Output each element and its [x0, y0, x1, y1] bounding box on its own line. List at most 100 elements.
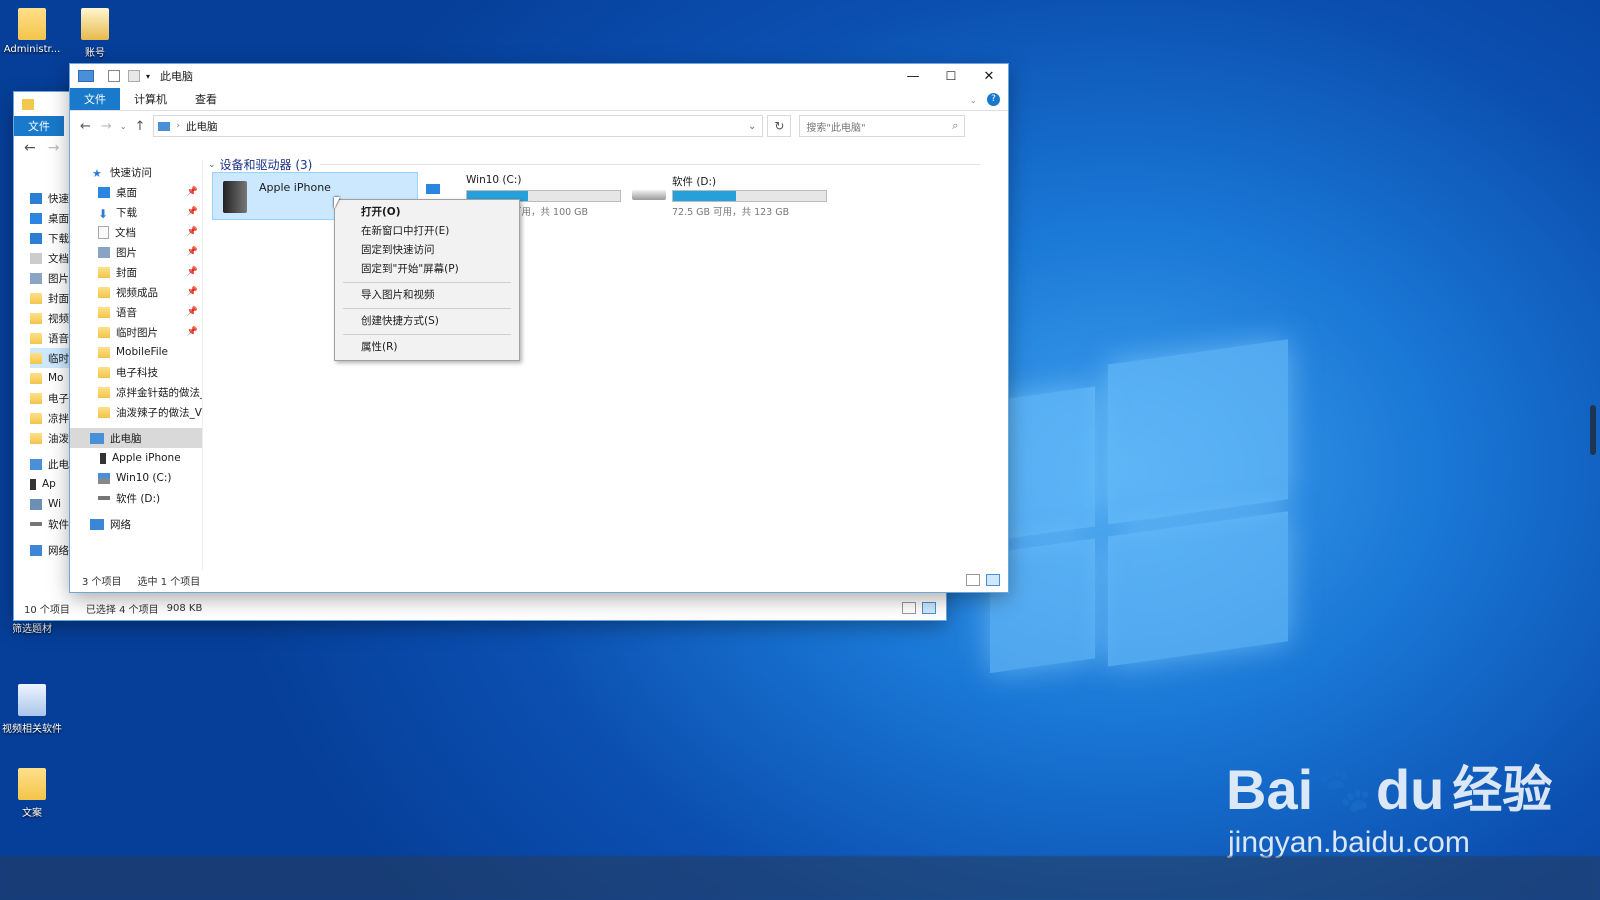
desktop-icon-account[interactable]: 账号 [60, 8, 130, 59]
pin-icon[interactable]: 📌 [187, 327, 202, 337]
properties-icon[interactable] [108, 70, 120, 82]
tree-item[interactable]: Wi [30, 494, 70, 514]
menu-item-pin-quick-access[interactable]: 固定到快速访问 [335, 241, 519, 260]
search-icon[interactable]: ⌕ [952, 119, 958, 133]
tree-item[interactable]: 下载 [30, 228, 70, 248]
sidebar-item-documents[interactable]: 文档 📌 [70, 222, 202, 242]
scrollbar[interactable] [1590, 405, 1596, 455]
pin-icon[interactable]: 📌 [187, 287, 202, 297]
document-icon [30, 252, 42, 264]
tree-item[interactable]: 图片 [30, 268, 70, 288]
pin-icon[interactable]: 📌 [187, 307, 202, 317]
details-view-icon[interactable] [902, 602, 916, 614]
tree-item[interactable]: 此电 [30, 454, 70, 474]
sidebar-item-voice[interactable]: 语音 📌 [70, 302, 202, 322]
new-folder-icon[interactable] [128, 70, 140, 82]
menu-item-create-shortcut[interactable]: 创建快捷方式(S) [335, 312, 519, 331]
sidebar-item-drive-d[interactable]: 软件 (D:) [70, 488, 202, 508]
chevron-down-icon[interactable]: ▾ [146, 72, 150, 81]
forward-icon[interactable]: → [48, 140, 60, 156]
tree-item[interactable]: Ap [30, 474, 70, 494]
tree-item[interactable]: 临时 [30, 348, 70, 368]
menu-item-import-media[interactable]: 导入图片和视频 [335, 286, 519, 305]
tab-file[interactable]: 文件 [70, 88, 120, 110]
tree-item[interactable]: 网络 [30, 540, 70, 560]
tab-computer[interactable]: 计算机 [120, 88, 181, 110]
sidebar-item-desktop[interactable]: 桌面 📌 [70, 182, 202, 202]
watermark-url: jingyan.baidu.com [1228, 826, 1470, 859]
close-button[interactable]: ✕ [970, 69, 1008, 84]
pin-icon[interactable]: 📌 [187, 247, 202, 257]
forward-icon[interactable]: → [101, 119, 112, 134]
back-icon[interactable]: ← [24, 140, 36, 156]
address-bar[interactable]: › 此电脑 ⌄ [153, 115, 764, 137]
desktop-icon-admin[interactable]: Administr... [0, 8, 67, 55]
sidebar-item-mobilefile[interactable]: MobileFile [70, 342, 202, 362]
menu-item-properties[interactable]: 属性(R) [335, 338, 519, 357]
tree-item[interactable]: 电子 [30, 388, 70, 408]
sidebar-item-downloads[interactable]: ⬇ 下载 📌 [70, 202, 202, 222]
this-pc-explorer-window[interactable]: ▾ 此电脑 — ☐ ✕ 文件 计算机 查看 ⌄ ? ← → ⌄ ↑ › 此电脑 … [70, 64, 1008, 592]
taskbar[interactable] [0, 856, 1600, 900]
pin-icon[interactable]: 📌 [187, 187, 202, 197]
refresh-icon[interactable]: ↻ [767, 115, 792, 137]
details-view-icon[interactable] [966, 574, 980, 586]
sidebar-item-recipe-2[interactable]: 油泼辣子的做法_Vi [70, 402, 202, 422]
sidebar-item-recipe-1[interactable]: 凉拌金针菇的做法_\ [70, 382, 202, 402]
paw-icon: 🐾 [1317, 765, 1372, 814]
tree-item[interactable]: 油泼 [30, 428, 70, 448]
pin-icon[interactable]: 📌 [187, 227, 202, 237]
sidebar-item-iphone[interactable]: Apple iPhone [70, 448, 202, 468]
tree-item[interactable]: 文档 [30, 248, 70, 268]
back-icon[interactable]: ← [80, 119, 91, 134]
chevron-down-icon[interactable]: ⌄ [748, 121, 756, 132]
folder-icon [30, 292, 42, 304]
menu-item-open[interactable]: 打开(O) [335, 203, 519, 222]
sidebar-item-temp-pictures[interactable]: 临时图片 📌 [70, 322, 202, 342]
up-icon[interactable]: ↑ [135, 119, 146, 134]
desktop-icon-video-software[interactable]: 视频相关软件 [0, 684, 67, 735]
desktop-icon-copywriting[interactable]: 文案 [0, 768, 67, 819]
desktop-icon [98, 186, 110, 198]
tree-item[interactable]: 封面 [30, 288, 70, 308]
section-header[interactable]: ⌄ 设备和驱动器 (3) [208, 156, 981, 173]
folder-icon [98, 306, 110, 318]
tree-item[interactable]: Mo [30, 368, 70, 388]
title-bar[interactable]: ▾ 此电脑 — ☐ ✕ [70, 64, 1008, 88]
drive-d[interactable]: 软件 (D:) 72.5 GB 可用，共 123 GB [632, 172, 832, 218]
search-input[interactable]: 搜索"此电脑" ⌕ [799, 115, 966, 137]
quick-access[interactable]: ★ 快速访问 [70, 162, 202, 182]
sidebar-item-pictures[interactable]: 图片 📌 [70, 242, 202, 262]
network-icon [90, 518, 104, 530]
sidebar-item-drive-c[interactable]: Win10 (C:) [70, 468, 202, 488]
sidebar-item-cover[interactable]: 封面 📌 [70, 262, 202, 282]
minimize-button[interactable]: — [894, 69, 932, 84]
tree-item[interactable]: 软件 [30, 514, 70, 534]
tree-item[interactable]: 语音 [30, 328, 70, 348]
tree-item[interactable]: 桌面 [30, 208, 70, 228]
large-icons-view-icon[interactable] [922, 602, 936, 614]
tree-item[interactable]: 快速 [30, 188, 70, 208]
chevron-down-icon[interactable]: ⌄ [969, 96, 977, 106]
folder-icon [30, 352, 42, 364]
pin-icon[interactable]: 📌 [187, 267, 202, 277]
sidebar-item-video-output[interactable]: 视频成品 📌 [70, 282, 202, 302]
menu-item-pin-start[interactable]: 固定到"开始"屏幕(P) [335, 260, 519, 279]
large-icons-view-icon[interactable] [986, 574, 1000, 586]
sidebar-item-this-pc[interactable]: 此电脑 [70, 428, 202, 448]
sidebar-item-electronics[interactable]: 电子科技 [70, 362, 202, 382]
maximize-button[interactable]: ☐ [932, 69, 970, 83]
computer-icon [78, 70, 94, 82]
tree-item[interactable]: 视频 [30, 308, 70, 328]
folder-icon [22, 98, 34, 110]
tab-file[interactable]: 文件 [14, 116, 64, 136]
pin-icon[interactable]: 📌 [187, 207, 202, 217]
tree-item[interactable]: 凉拌 [30, 408, 70, 428]
recent-locations-icon[interactable]: ⌄ [120, 122, 127, 131]
help-icon[interactable]: ? [987, 93, 1000, 106]
menu-item-open-new-window[interactable]: 在新窗口中打开(E) [335, 222, 519, 241]
context-menu: 打开(O) 在新窗口中打开(E) 固定到快速访问 固定到"开始"屏幕(P) 导入… [334, 199, 520, 361]
tab-view[interactable]: 查看 [181, 88, 231, 110]
sidebar-item-network[interactable]: 网络 [70, 514, 202, 534]
download-icon [30, 232, 42, 244]
